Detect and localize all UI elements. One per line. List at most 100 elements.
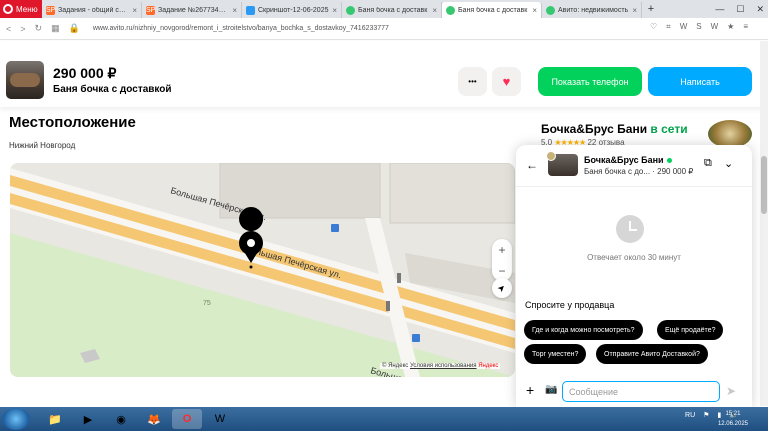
building-block (389, 163, 515, 224)
my-location-button[interactable]: ➤ (492, 278, 512, 298)
online-dot-icon (666, 158, 672, 164)
message-input[interactable] (562, 381, 720, 402)
seller-name[interactable]: Бочка&Брус Бани в сети (541, 122, 688, 136)
windows-taskbar: 📁 ▶ ◉ 🦊 O W RU ⚑ ▮ 🔈 15:21 12.06.2025 (0, 407, 768, 431)
map-copyright: © Яндекс (382, 363, 409, 369)
tab-close-icon[interactable]: × (632, 6, 637, 15)
extension-s-icon[interactable]: S (696, 22, 701, 32)
browser-tab[interactable]: SP Задания - общий спис × (42, 2, 142, 18)
file-explorer-icon[interactable]: 📁 (40, 409, 70, 429)
maximize-icon[interactable]: ☐ (736, 4, 744, 15)
browser-menu-button[interactable]: Меню (0, 0, 42, 18)
screenshot-favicon-icon (246, 5, 255, 15)
minimize-icon[interactable]: — (715, 4, 724, 14)
zoom-out-button[interactable]: − (498, 264, 505, 278)
camera-icon[interactable]: 📷 (545, 384, 557, 395)
open-in-new-icon[interactable]: ⧉ (704, 157, 712, 170)
browser-tab[interactable]: Авито: недвижимость × (542, 2, 642, 18)
tabs-grid-icon[interactable]: ▦ (51, 23, 60, 34)
browser-tab-bar: Меню SP Задания - общий спис × SP Задани… (0, 0, 768, 18)
url-field[interactable]: www.avito.ru/nizhniy_novgorod/remont_i_s… (93, 25, 389, 32)
yandex-logo: Яндекс (478, 363, 499, 369)
locate-arrow-icon: ➤ (495, 281, 508, 294)
map-zoom-control: + − (492, 239, 512, 281)
zoom-in-button[interactable]: + (498, 243, 505, 257)
extensions-bar: ♡ ⌗ W S W ★ ≡ (650, 22, 748, 32)
forward-icon[interactable]: > (20, 24, 25, 34)
quick-question-chip[interactable]: Ещё продаёте? (657, 320, 724, 340)
chat-seller-avatar (546, 151, 556, 161)
more-icon: ••• (468, 77, 477, 86)
tab-title: Баня бочка с доставк (358, 6, 428, 14)
browser-tab-active[interactable]: Баня бочка с доставк × (442, 2, 542, 18)
browser-tab[interactable]: Баня бочка с доставк × (342, 2, 442, 18)
tab-close-icon[interactable]: × (432, 6, 437, 15)
show-phone-button[interactable]: Показать телефон (538, 67, 642, 96)
opera-logo-icon (3, 4, 13, 14)
browser-menu-icon[interactable]: ≡ (743, 22, 748, 32)
response-time-text: Отвечает около 30 минут (587, 253, 681, 262)
bus-stop-icon[interactable] (412, 334, 420, 342)
bus-stop-icon[interactable] (331, 224, 339, 232)
new-tab-button[interactable]: + (642, 3, 660, 15)
chevron-down-icon[interactable]: ⌄ (724, 157, 733, 170)
firefox-icon[interactable]: 🦊 (139, 409, 169, 429)
send-icon[interactable]: ➤ (726, 384, 736, 398)
avito-favicon-icon (346, 5, 355, 15)
reload-icon[interactable]: ↻ (35, 23, 43, 34)
location-map[interactable]: Большая Печёрская ул. Большая Печёрская … (10, 163, 515, 377)
listing-thumbnail[interactable] (6, 61, 44, 99)
quick-question-chip[interactable]: Отправите Авито Доставкой? (596, 344, 708, 364)
tab-close-icon[interactable]: × (532, 6, 537, 15)
quick-question-chip[interactable]: Торг уместен? (524, 344, 587, 364)
chat-back-icon[interactable]: ← (526, 158, 538, 172)
page-scrollbar[interactable] (760, 41, 768, 406)
browser-menu-label: Меню (16, 4, 38, 14)
more-options-button[interactable]: ••• (458, 67, 487, 96)
taskbar-clock[interactable]: 15:21 12.06.2025 (718, 409, 748, 429)
seller-logo[interactable] (708, 120, 752, 148)
seller-online-status: в сети (650, 122, 688, 136)
tab-close-icon[interactable]: × (332, 6, 337, 15)
map-terms-link[interactable]: Условия использования (410, 363, 477, 369)
crossing-marker (386, 301, 390, 311)
extension-w2-icon[interactable]: W (711, 22, 719, 32)
chrome-icon[interactable]: ◉ (106, 409, 136, 429)
favorite-button[interactable]: ♥ (492, 67, 521, 96)
back-icon[interactable]: < (6, 24, 11, 34)
listing-sticky-header: 290 000 ₽ Баня бочка с доставкой ••• ♥ П… (0, 41, 768, 107)
listing-title: Баня бочка с доставкой (53, 84, 172, 95)
heart-icon: ♥ (502, 74, 511, 89)
attach-plus-icon[interactable]: + (526, 382, 534, 398)
page-scrollbar-thumb[interactable] (761, 156, 767, 214)
word-icon[interactable]: W (205, 409, 235, 429)
location-pin-point (249, 265, 253, 269)
quick-question-chip[interactable]: Где и когда можно посмотреть? (524, 320, 643, 340)
lock-icon: 🔒 (68, 23, 80, 33)
clock-time: 15:21 (725, 411, 741, 417)
map-attribution: © Яндекс Условия использования Яндекс (380, 363, 501, 369)
media-player-icon[interactable]: ▶ (73, 409, 103, 429)
avito-favicon-icon (546, 5, 555, 15)
opera-icon[interactable]: O (172, 409, 202, 429)
ask-seller-title: Спросите у продавца (525, 300, 615, 310)
extension-star-icon[interactable]: ★ (727, 22, 734, 32)
extension-w-icon[interactable]: W (680, 22, 688, 32)
tab-close-icon[interactable]: × (232, 6, 237, 15)
bookmark-icon[interactable]: ♡ (650, 22, 657, 32)
location-section-title: Местоположение (9, 114, 136, 131)
seller-name-text: Бочка&Брус Бани (541, 122, 648, 136)
browser-tab[interactable]: Скриншот-12-06-2025 × (242, 2, 342, 18)
browser-tab[interactable]: SP Задание №2677347 - о × (142, 2, 242, 18)
write-message-button[interactable]: Написать (648, 67, 752, 96)
location-pin-icon[interactable] (239, 207, 264, 231)
tray-flag-icon[interactable]: ⚑ (703, 411, 709, 419)
tab-close-icon[interactable]: × (132, 6, 137, 15)
tab-title: Баня бочка с доставк (458, 6, 528, 14)
tab-title: Задания - общий спис (58, 6, 130, 14)
close-window-icon[interactable]: ✕ (756, 4, 764, 15)
language-indicator[interactable]: RU (685, 412, 695, 419)
screenshot-icon[interactable]: ⌗ (666, 22, 671, 32)
start-button[interactable] (2, 408, 30, 430)
tab-title: Авито: недвижимость (558, 6, 629, 14)
